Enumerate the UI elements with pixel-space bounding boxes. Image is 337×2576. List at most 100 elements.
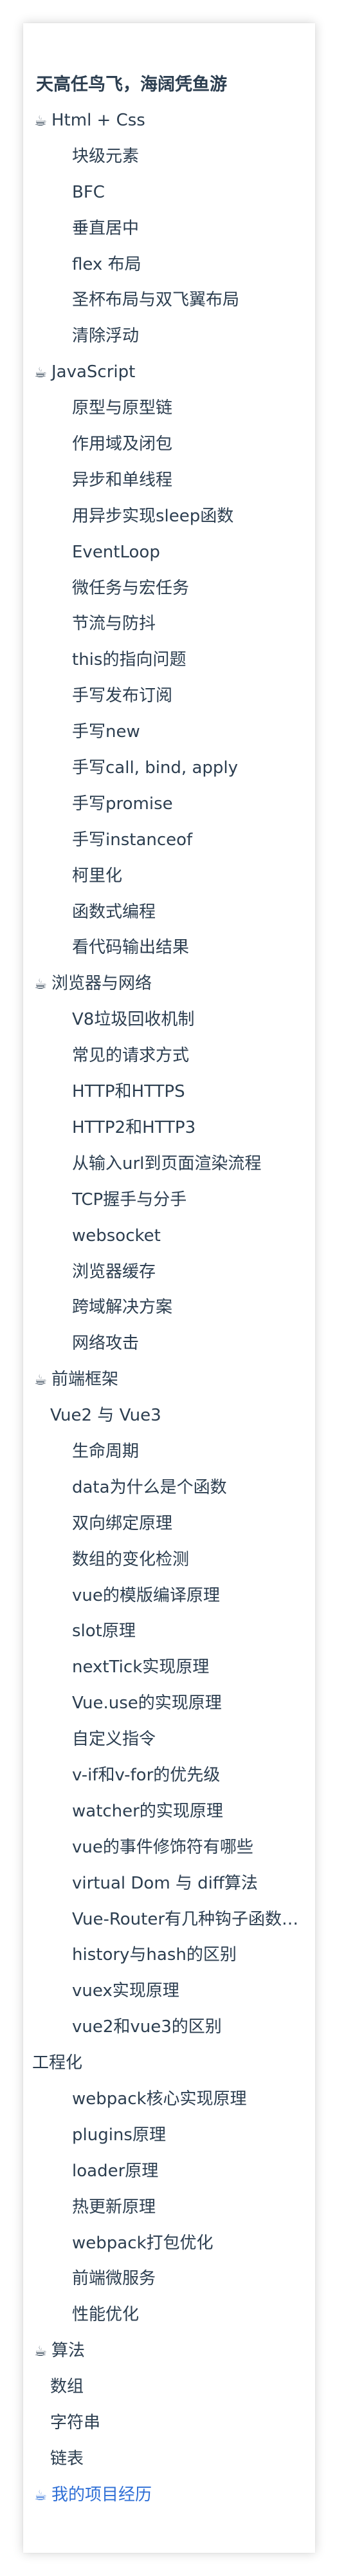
sidebar-link[interactable]: loader原理 — [23, 2154, 315, 2190]
sidebar-group-heading[interactable]: ☕ Html + Css — [23, 103, 315, 139]
sidebar-link-label: watcher的实现原理 — [72, 1801, 223, 1821]
sidebar-link[interactable]: 手写instanceof — [23, 823, 315, 859]
sidebar-link[interactable]: 原型与原型链 — [23, 391, 315, 427]
sidebar-link[interactable]: 生命周期 — [23, 1434, 315, 1470]
sidebar-link[interactable]: Vue.use的实现原理 — [23, 1686, 315, 1722]
coffee-cup-icon: ☕ — [34, 2344, 47, 2360]
sidebar-link[interactable]: 手写call, bind, apply — [23, 751, 315, 787]
sidebar-link[interactable]: slot原理 — [23, 1614, 315, 1650]
coffee-cup-icon: ☕ — [34, 1372, 47, 1389]
sidebar-link[interactable]: 作用域及闭包 — [23, 427, 315, 463]
sidebar-link-label: 看代码输出结果 — [72, 938, 190, 958]
sidebar-link-label: 性能优化 — [72, 2305, 140, 2325]
sidebar-link-label: 垂直居中 — [72, 218, 140, 238]
sidebar-link[interactable]: 手写发布订阅 — [23, 678, 315, 714]
sidebar-link-label: 字符串 — [50, 2413, 101, 2432]
sidebar-link[interactable]: watcher的实现原理 — [23, 1794, 315, 1830]
sidebar-link[interactable]: plugins原理 — [23, 2118, 315, 2154]
sidebar-link[interactable]: webpack打包优化 — [23, 2226, 315, 2262]
sidebar-link[interactable]: virtual Dom 与 diff算法 — [23, 1866, 315, 1902]
sidebar-link[interactable]: 圣杯布局与双飞翼布局 — [23, 283, 315, 319]
sidebar-link-label: websocket — [72, 1226, 161, 1246]
sidebar-link-label: 前端框架 — [51, 1370, 119, 1390]
sidebar-link[interactable]: 字符串 — [23, 2405, 315, 2441]
sidebar-link[interactable]: 用异步实现sleep函数 — [23, 499, 315, 535]
sidebar-link[interactable]: history与hash的区别 — [23, 1937, 315, 1974]
sidebar-link-label: 我的项目经历 — [51, 2485, 152, 2505]
sidebar-link[interactable]: webpack核心实现原理 — [23, 2082, 315, 2118]
sidebar-link[interactable]: v-if和v-for的优先级 — [23, 1758, 315, 1794]
sidebar-link-label: 浏览器与网络 — [51, 974, 152, 994]
sidebar-link[interactable]: 异步和单线程 — [23, 463, 315, 499]
sidebar-link-label: Vue2 与 Vue3 — [50, 1406, 161, 1426]
sidebar-link[interactable]: this的指向问题 — [23, 642, 315, 678]
sidebar-link-label: webpack打包优化 — [72, 2233, 214, 2253]
sidebar-link-label: 跨域解决方案 — [72, 1298, 173, 1318]
sidebar-link[interactable]: 从输入url到页面渲染流程 — [23, 1146, 315, 1182]
sidebar-link[interactable]: Vue-Router有几种钩子函数… — [23, 1902, 315, 1938]
sidebar-link-label: 常见的请求方式 — [72, 1046, 190, 1066]
sidebar-link[interactable]: V8垃圾回收机制 — [23, 1002, 315, 1038]
sidebar-link[interactable]: EventLoop — [23, 535, 315, 571]
sidebar-link[interactable]: 块级元素 — [23, 139, 315, 175]
sidebar-link[interactable]: vue2和vue3的区别 — [23, 2010, 315, 2046]
sidebar-link[interactable]: 常见的请求方式 — [23, 1038, 315, 1074]
sidebar-link[interactable]: vue的事件修饰符有哪些 — [23, 1830, 315, 1866]
sidebar-link[interactable]: HTTP和HTTPS — [23, 1074, 315, 1110]
sidebar-link-label: 作用域及闭包 — [72, 434, 173, 454]
sidebar-link[interactable]: 热更新原理 — [23, 2190, 315, 2226]
sidebar-link[interactable]: nextTick实现原理 — [23, 1650, 315, 1686]
sidebar-link[interactable]: 数组 — [23, 2369, 315, 2405]
sidebar-link[interactable]: 浏览器缓存 — [23, 1255, 315, 1291]
sidebar-link[interactable]: BFC — [23, 175, 315, 211]
sidebar-link[interactable]: Vue2 与 Vue3 — [23, 1398, 315, 1434]
sidebar-link-label: nextTick实现原理 — [72, 1657, 210, 1677]
sidebar-link-label: 圣杯布局与双飞翼布局 — [72, 290, 240, 310]
sidebar-link[interactable]: 手写promise — [23, 787, 315, 823]
sidebar-link[interactable]: 清除浮动 — [23, 319, 315, 355]
sidebar-link[interactable]: HTTP2和HTTP3 — [23, 1110, 315, 1146]
sidebar-group-heading[interactable]: ☕ 算法 — [23, 2333, 315, 2369]
site-title[interactable]: 天高任鸟飞，海阔凭鱼游 — [36, 67, 227, 103]
sidebar-link[interactable]: 看代码输出结果 — [23, 930, 315, 966]
sidebar-link[interactable]: 性能优化 — [23, 2297, 315, 2333]
sidebar-link[interactable]: vuex实现原理 — [23, 1974, 315, 2010]
sidebar-link[interactable]: 节流与防抖 — [23, 606, 315, 642]
sidebar-link-label: vue2和vue3的区别 — [72, 2017, 222, 2037]
sidebar-link-label: 从输入url到页面渲染流程 — [72, 1153, 262, 1173]
sidebar-link[interactable]: 柯里化 — [23, 859, 315, 895]
sidebar-link[interactable]: TCP握手与分手 — [23, 1182, 315, 1218]
sidebar-link[interactable]: 跨域解决方案 — [23, 1290, 315, 1326]
sidebar-link[interactable]: 垂直居中 — [23, 211, 315, 247]
sidebar-link-label: loader原理 — [72, 2161, 159, 2181]
sidebar-link-label: Vue-Router有几种钩子函数… — [72, 1909, 299, 1929]
sidebar-group-heading[interactable]: 工程化 — [23, 2046, 315, 2082]
sidebar-link[interactable]: 函数式编程 — [23, 895, 315, 931]
sidebar-nav: ☕ Html + Css 块级元素 BFC 垂直居中 flex 布局 圣杯布局与双飞翼布局清… — [23, 103, 315, 2514]
sidebar-group-heading[interactable]: ☕ JavaScript — [23, 355, 315, 391]
sidebar-link-label: 柯里化 — [72, 866, 123, 886]
sidebar-group-heading[interactable]: ☕ 我的项目经历 — [23, 2478, 315, 2514]
sidebar-link-label: vuex实现原理 — [72, 1981, 179, 2001]
sidebar-link-label: 前端微服务 — [72, 2269, 156, 2289]
sidebar-group-heading[interactable]: ☕ 前端框架 — [23, 1362, 315, 1398]
sidebar-link[interactable]: 网络攻击 — [23, 1326, 315, 1362]
sidebar-link[interactable]: vue的模版编译原理 — [23, 1578, 315, 1614]
sidebar-link[interactable]: websocket — [23, 1218, 315, 1255]
sidebar-link-label: EventLoop — [72, 542, 160, 562]
sidebar-link-label: 双向绑定原理 — [72, 1513, 173, 1533]
sidebar-link-label: slot原理 — [72, 1621, 136, 1641]
sidebar-link[interactable]: 前端微服务 — [23, 2261, 315, 2297]
sidebar-link[interactable]: 双向绑定原理 — [23, 1506, 315, 1542]
sidebar-link[interactable]: 自定义指令 — [23, 1722, 315, 1758]
sidebar-link[interactable]: 手写new — [23, 714, 315, 751]
sidebar-link-label: 节流与防抖 — [72, 614, 156, 634]
sidebar-link[interactable]: data为什么是个函数 — [23, 1470, 315, 1506]
sidebar-group-heading[interactable]: ☕ 浏览器与网络 — [23, 966, 315, 1002]
sidebar-link[interactable]: 微任务与宏任务 — [23, 571, 315, 607]
sidebar-link[interactable]: 数组的变化检测 — [23, 1542, 315, 1578]
sidebar-link-label: Html + Css — [51, 111, 145, 130]
sidebar-link[interactable]: flex 布局 — [23, 247, 315, 283]
sidebar-link[interactable]: 链表 — [23, 2441, 315, 2478]
sidebar-panel: 天高任鸟飞，海阔凭鱼游 ☕ Html + Css 块级元素 BFC 垂直居中 flex 布… — [23, 23, 315, 2553]
